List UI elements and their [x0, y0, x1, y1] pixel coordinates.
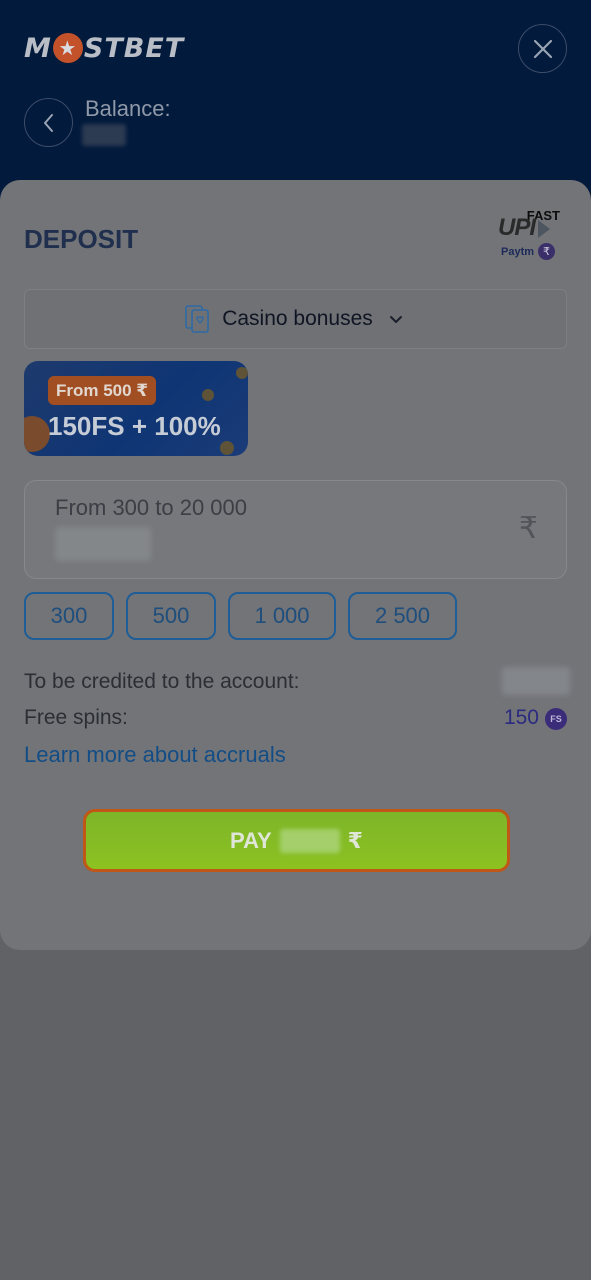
rupee-icon: ₹	[518, 512, 538, 545]
logo-text-left: M	[24, 32, 52, 64]
logo-text-right: STBET	[83, 32, 185, 64]
back-button[interactable]	[24, 98, 73, 147]
promo-min-badge: From 500 ₹	[48, 376, 157, 405]
balance-label: Balance:	[85, 96, 171, 121]
quick-amount-button[interactable]: 1 000	[228, 592, 336, 640]
chevron-down-icon	[389, 316, 402, 323]
chip-decoration-icon	[24, 416, 50, 452]
payment-method-logo: FAST UPI Paytm ₹	[496, 206, 566, 266]
coin-decoration-icon	[202, 389, 214, 401]
paytm-logo: Paytm	[501, 246, 535, 258]
amount-placeholder: From 300 to 20 000	[55, 495, 248, 520]
free-spins-value: 150	[503, 706, 539, 729]
coin-decoration-icon	[236, 367, 248, 379]
coin-decoration-icon	[220, 441, 234, 455]
page-title: DEPOSIT	[24, 224, 139, 254]
close-button[interactable]	[518, 24, 567, 73]
mostbet-logo: M ★ STBET	[24, 30, 184, 66]
pay-currency: ₹	[347, 827, 363, 853]
promo-title: 150FS + 100%	[48, 411, 221, 441]
learn-more-link[interactable]: Learn more about accruals	[24, 742, 286, 768]
credited-value-hidden	[502, 667, 570, 695]
upi-logo: UPI	[498, 214, 536, 241]
bonus-select[interactable]: Casino bonuses	[24, 289, 567, 349]
upi-arrow-icon	[538, 220, 550, 238]
amount-input[interactable]: From 300 to 20 000 ₹	[24, 480, 567, 579]
star-icon: ★	[52, 33, 83, 63]
quick-amount-button[interactable]: 300	[24, 592, 114, 640]
chevron-left-icon	[43, 113, 53, 132]
quick-amount-button[interactable]: 500	[126, 592, 216, 640]
bonus-select-label: Casino bonuses	[222, 307, 373, 330]
pay-label: PAY	[230, 827, 272, 853]
pay-amount-hidden	[279, 828, 340, 853]
pay-button[interactable]: PAY ₹	[83, 809, 510, 872]
amount-value-hidden	[55, 527, 151, 561]
bonus-promo-card[interactable]: From 500 ₹ 150FS + 100%	[24, 361, 248, 456]
quick-amount-button[interactable]: 2 500	[348, 592, 457, 640]
phonepe-icon: ₹	[538, 243, 555, 260]
fs-icon: FS	[545, 708, 567, 730]
free-spins-label: Free spins:	[24, 706, 128, 729]
close-icon	[533, 39, 552, 58]
balance-value-hidden	[82, 124, 126, 146]
credited-label: To be credited to the account:	[24, 670, 300, 693]
quick-amounts: 300 500 1 000 2 500	[24, 592, 457, 640]
playing-cards-icon	[184, 304, 210, 334]
